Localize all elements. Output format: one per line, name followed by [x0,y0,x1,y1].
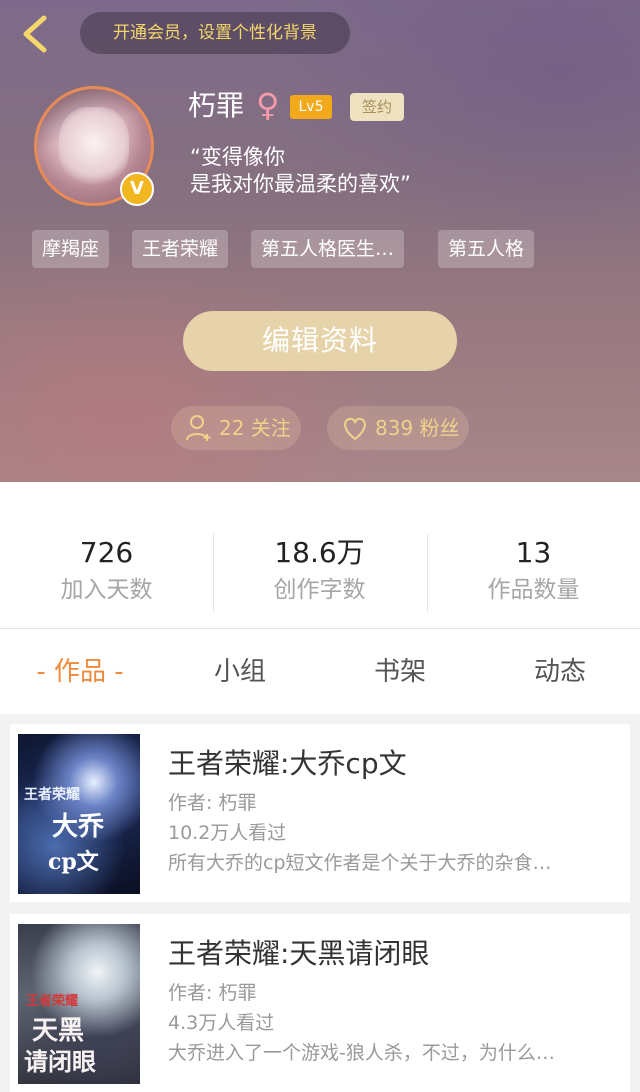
following-count: 22 关注 [219,416,291,440]
followers-button[interactable]: 839 粉丝 [327,406,469,450]
profile-tabs: - 作品 - 小组 书架 动态 [0,628,640,714]
tab-groups[interactable]: 小组 [160,629,320,715]
book-title[interactable]: 王者荣耀:大乔cp文 [168,746,407,782]
cover-title-text: cp文 [48,849,99,875]
stat-label: 创作字数 [273,577,366,603]
cover-title-text: 王者荣耀 [24,787,80,803]
stat-value: 13 [515,536,552,569]
tag-item[interactable]: 摩羯座 [32,230,110,268]
stat-value: 726 [79,536,134,569]
username: 朽罪 [188,89,245,122]
stat-label: 作品数量 [487,577,580,603]
book-cover: 王者荣耀 天黑 请闭眼 [18,924,140,1084]
profile-header: 开通会员，设置个性化背景 V 朽罪 ♀ Lv5 签约 “变得像你 是我对你最温柔… [0,0,640,482]
following-button[interactable]: 22 关注 [171,406,301,450]
stat-word-count: 18.6万 创作字数 [213,536,426,606]
tab-works[interactable]: - 作品 - [0,629,160,715]
signature-line-2: 是我对你最温柔的喜欢” [190,172,411,196]
followers-count: 839 粉丝 [375,416,460,440]
verified-badge-icon: V [120,172,154,206]
cover-title-text: 王者荣耀 [26,994,79,1009]
tag-item[interactable]: 第五人格 [438,230,535,268]
edit-profile-button[interactable]: 编辑资料 [183,311,457,371]
female-icon: ♀ [256,86,280,124]
book-cover: 王者荣耀 大乔 cp文 [18,734,140,894]
cover-title-text: 大乔 [52,812,105,842]
heart-icon [344,417,366,441]
signature-line-1: “变得像你 [190,145,285,169]
level-badge: Lv5 [290,95,332,119]
list-item[interactable]: 王者荣耀 天黑 请闭眼 王者荣耀:天黑请闭眼 作者: 朽罪 4.3万人看过 大乔… [10,914,630,1092]
cover-title-text: 请闭眼 [24,1047,96,1076]
stat-label: 加入天数 [60,577,153,603]
tab-activity[interactable]: 动态 [480,629,640,715]
tag-item[interactable]: 第五人格医生… [251,230,405,268]
chevron-left-icon [23,15,47,53]
book-title[interactable]: 王者荣耀:天黑请闭眼 [168,936,429,972]
profile-stats: 726 加入天数 18.6万 创作字数 13 作品数量 [0,482,640,628]
tag-item[interactable]: 王者荣耀 [132,230,229,268]
book-description: 所有大乔的cp短文作者是个关于大乔的杂食… [168,852,552,874]
add-user-icon [186,415,211,441]
tab-bookshelf[interactable]: 书架 [320,629,480,715]
list-item[interactable]: 王者荣耀 大乔 cp文 王者荣耀:大乔cp文 作者: 朽罪 10.2万人看过 所… [10,724,630,902]
book-views: 10.2万人看过 [168,822,287,844]
book-views: 4.3万人看过 [168,1012,275,1034]
stat-value: 18.6万 [274,536,365,569]
stat-works-count: 13 作品数量 [427,536,640,606]
book-author: 作者: 朽罪 [168,982,257,1004]
vip-background-prompt[interactable]: 开通会员，设置个性化背景 [80,12,350,54]
back-button[interactable] [18,14,54,54]
book-author: 作者: 朽罪 [168,792,257,814]
contract-badge: 签约 [350,93,404,121]
book-description: 大乔进入了一个游戏-狼人杀，不过，为什么… [168,1042,555,1064]
avatar-face [59,107,129,187]
stat-join-days: 726 加入天数 [0,536,213,606]
signature: “变得像你 是我对你最温柔的喜欢” [190,144,411,198]
